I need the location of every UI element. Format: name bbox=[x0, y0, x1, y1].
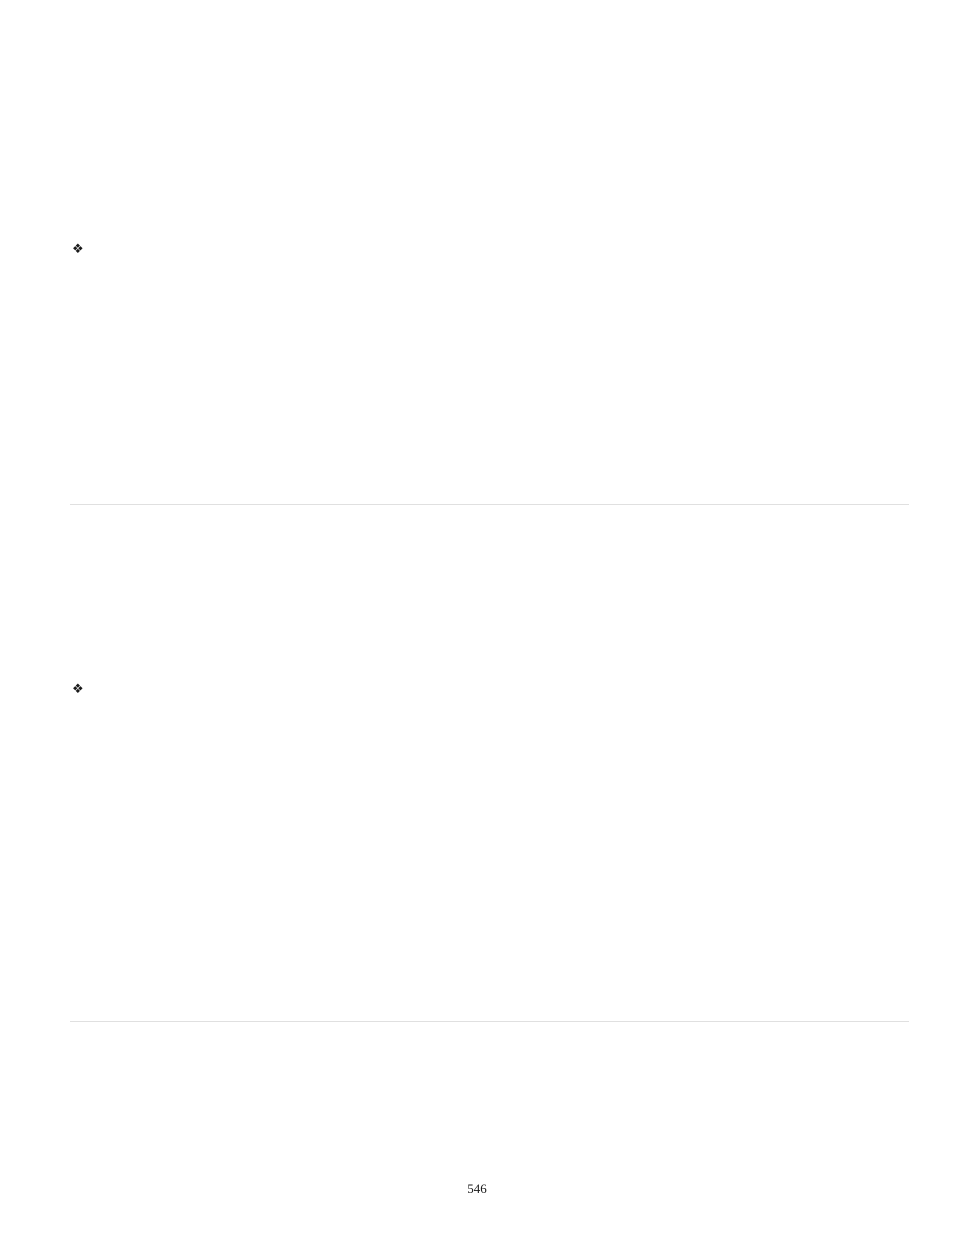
page-content: ❖ ❖ bbox=[70, 0, 909, 1235]
section-divider bbox=[70, 504, 909, 505]
section-divider bbox=[70, 1021, 909, 1022]
ornament-icon: ❖ bbox=[72, 681, 84, 697]
ornament-icon: ❖ bbox=[72, 241, 84, 257]
page-number: 546 bbox=[467, 1181, 487, 1197]
